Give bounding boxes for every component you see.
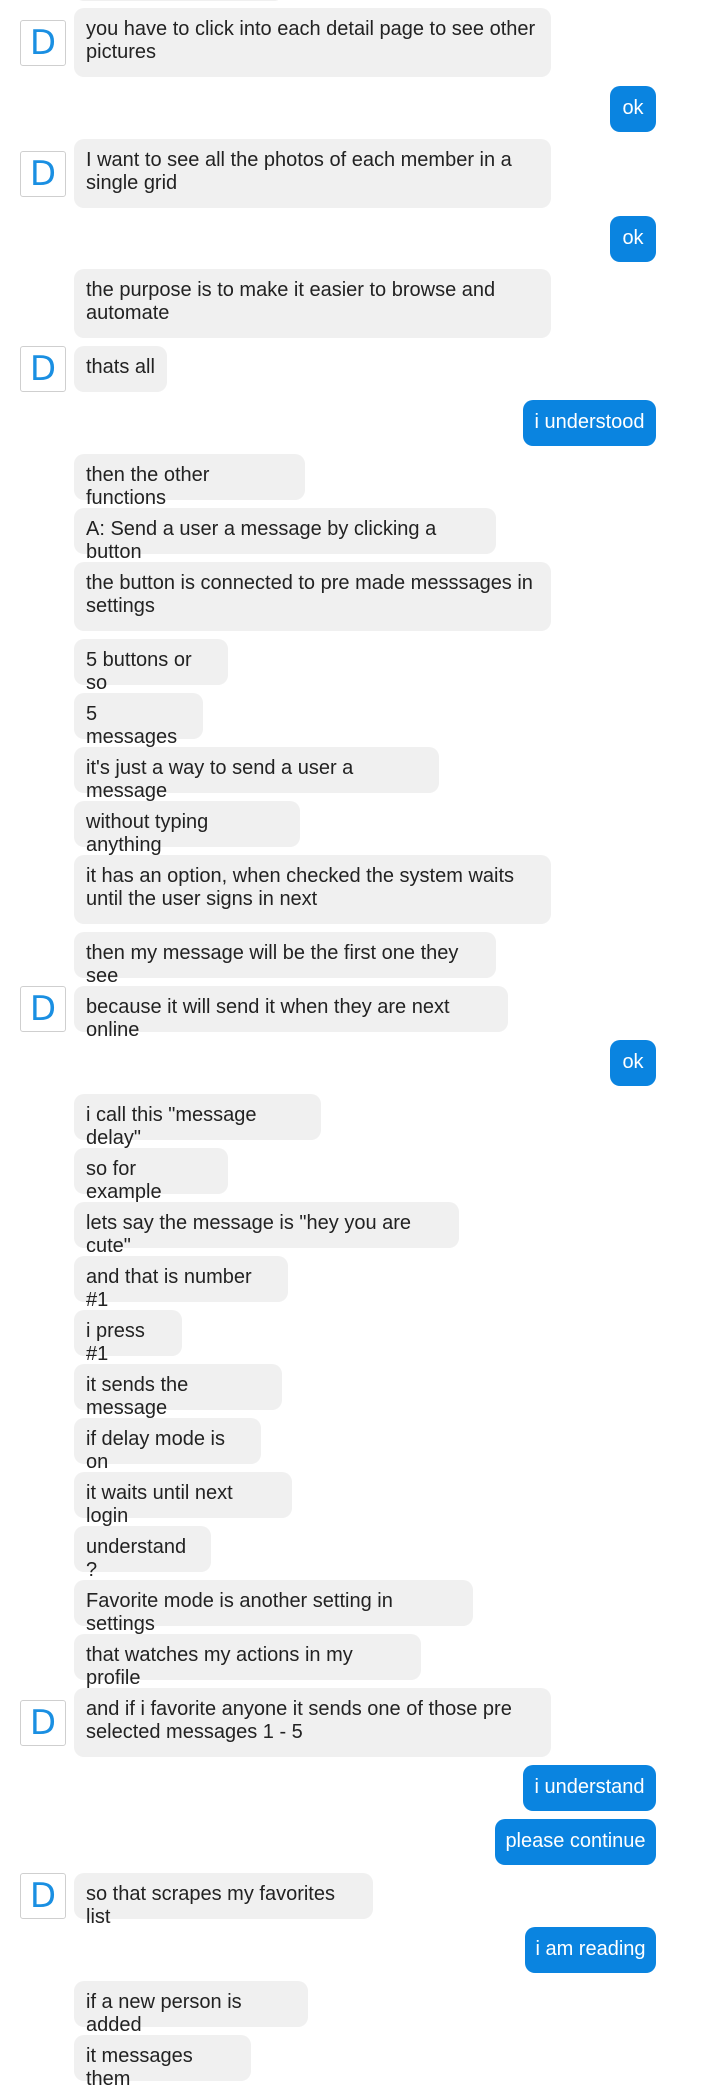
sender-avatar-icon[interactable]: D xyxy=(20,1873,66,1919)
incoming-message-bubble: that watches my actions in my profile xyxy=(74,1634,421,1689)
sender-avatar-icon[interactable]: D xyxy=(20,151,66,197)
incoming-message-bubble: it has an option, when checked the syste… xyxy=(74,855,551,924)
incoming-message-bubble: it sends the message xyxy=(74,1364,282,1419)
outgoing-message-bubble: i am reading xyxy=(525,1927,656,1973)
incoming-message-bubble: thats all xyxy=(74,346,167,392)
outgoing-message-bubble: please continue xyxy=(495,1819,656,1865)
incoming-message-bubble: so for example xyxy=(74,1148,228,1203)
sender-avatar-icon[interactable]: D xyxy=(20,986,66,1032)
incoming-message-bubble: without typing anything xyxy=(74,801,300,856)
incoming-message-bubble: and that is number #1 xyxy=(74,1256,288,1311)
outgoing-message-bubble: i understand xyxy=(523,1765,656,1811)
incoming-message-bubble: lets say the message is "hey you are cut… xyxy=(74,1202,459,1257)
incoming-message-bubble: so that scrapes my favorites list xyxy=(74,1873,373,1928)
chat-transcript: you have to click into each detail page … xyxy=(0,0,723,2090)
incoming-message-bubble: understand ? xyxy=(74,1526,211,1581)
incoming-message-bubble: the button is connected to pre made mess… xyxy=(74,562,551,631)
outgoing-message-bubble: ok xyxy=(610,1040,656,1086)
sender-avatar-icon[interactable]: D xyxy=(20,1700,66,1746)
incoming-message-bubble: Favorite mode is another setting in sett… xyxy=(74,1580,473,1635)
incoming-message-bubble: if delay mode is on xyxy=(74,1418,261,1473)
incoming-message-bubble: it's just a way to send a user a message xyxy=(74,747,439,802)
incoming-message-bubble: then my message will be the first one th… xyxy=(74,932,496,987)
sender-avatar-icon[interactable]: D xyxy=(20,346,66,392)
incoming-message-bubble: you have to click into each detail page … xyxy=(74,8,551,77)
previous-message-bubble xyxy=(74,0,284,1)
incoming-message-bubble: then the other functions xyxy=(74,454,305,509)
incoming-message-bubble: it messages them xyxy=(74,2035,251,2090)
incoming-message-bubble: i press #1 xyxy=(74,1310,182,1365)
outgoing-message-bubble: ok xyxy=(610,216,656,262)
outgoing-message-bubble: ok xyxy=(610,86,656,132)
sender-avatar-icon[interactable]: D xyxy=(20,20,66,66)
incoming-message-bubble: if a new person is added xyxy=(74,1981,308,2036)
incoming-message-bubble: A: Send a user a message by clicking a b… xyxy=(74,508,496,563)
outgoing-message-bubble: i understood xyxy=(523,400,656,446)
incoming-message-bubble: because it will send it when they are ne… xyxy=(74,986,508,1041)
incoming-message-bubble: it waits until next login xyxy=(74,1472,292,1527)
incoming-message-bubble: i call this "message delay" xyxy=(74,1094,321,1149)
incoming-message-bubble: the purpose is to make it easier to brow… xyxy=(74,269,551,338)
incoming-message-bubble: I want to see all the photos of each mem… xyxy=(74,139,551,208)
incoming-message-bubble: 5 buttons or so xyxy=(74,639,228,694)
incoming-message-bubble: 5 messages xyxy=(74,693,203,748)
incoming-message-bubble: and if i favorite anyone it sends one of… xyxy=(74,1688,551,1757)
